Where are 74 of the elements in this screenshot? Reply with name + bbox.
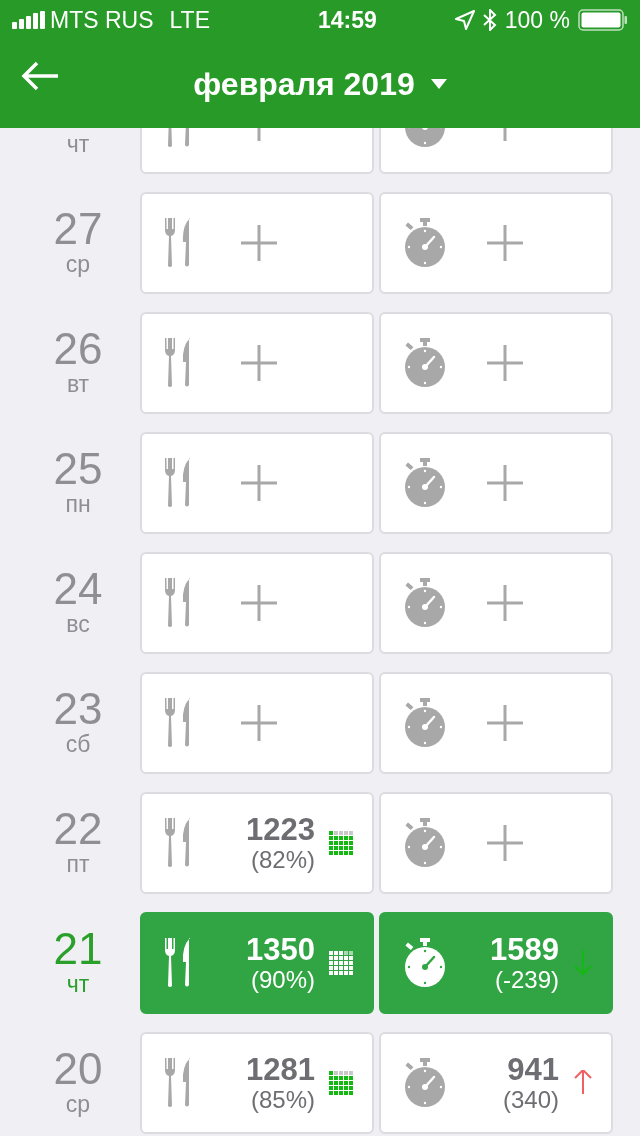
weekday-label: вс bbox=[66, 611, 90, 639]
month-selector[interactable]: февраля 2019 bbox=[193, 60, 415, 108]
stopwatch-icon bbox=[403, 578, 447, 628]
activity-tile[interactable] bbox=[379, 672, 613, 774]
battery-percent: 100 % bbox=[504, 5, 570, 35]
day-number: 24 bbox=[53, 567, 103, 612]
weekday-label: вт bbox=[66, 371, 90, 399]
activity-tile[interactable] bbox=[379, 432, 613, 534]
day-number: 22 bbox=[53, 807, 103, 852]
calorie-value: 1223 bbox=[246, 812, 315, 847]
add-icon[interactable] bbox=[487, 345, 523, 381]
location-icon bbox=[454, 10, 475, 30]
add-icon[interactable] bbox=[241, 345, 277, 381]
stopwatch-icon bbox=[403, 938, 447, 988]
calorie-note: (82%) bbox=[250, 846, 315, 874]
day-number: 26 bbox=[53, 327, 103, 372]
calorie-value: 1350 bbox=[246, 932, 315, 967]
activity-tile[interactable] bbox=[379, 552, 613, 654]
add-icon[interactable] bbox=[487, 225, 523, 261]
stopwatch-icon bbox=[403, 1058, 447, 1108]
day-number: 27 bbox=[53, 207, 103, 252]
activity-tile[interactable]: 941 (340) bbox=[379, 1032, 613, 1134]
calorie-note: (85%) bbox=[250, 1086, 315, 1114]
meal-tile[interactable] bbox=[140, 432, 374, 534]
add-icon[interactable] bbox=[487, 705, 523, 741]
bluetooth-icon bbox=[482, 9, 497, 31]
meal-tile[interactable] bbox=[140, 312, 374, 414]
weekday-label: пн bbox=[65, 491, 91, 519]
dropdown-caret-icon[interactable] bbox=[430, 79, 447, 89]
back-arrow-icon bbox=[20, 60, 60, 92]
activity-tile[interactable]: 1589 (-239) bbox=[379, 912, 613, 1014]
meal-tile[interactable] bbox=[140, 192, 374, 294]
stopwatch-icon bbox=[403, 818, 447, 868]
signal-icon bbox=[12, 11, 46, 29]
meal-tile[interactable] bbox=[140, 672, 374, 774]
day-number: 20 bbox=[53, 1047, 103, 1092]
add-icon[interactable] bbox=[241, 585, 277, 621]
calorie-note: (340) bbox=[502, 1086, 559, 1114]
calorie-note: (90%) bbox=[250, 966, 315, 994]
meal-tile[interactable]: 1350 (90%) bbox=[140, 912, 374, 1014]
stopwatch-icon bbox=[403, 218, 447, 268]
activity-tile[interactable] bbox=[379, 792, 613, 894]
weekday-label: ср bbox=[65, 251, 91, 279]
stopwatch-icon bbox=[403, 338, 447, 388]
calorie-value: 1589 bbox=[490, 932, 559, 967]
weekday-label: ср bbox=[65, 1091, 91, 1119]
add-icon[interactable] bbox=[487, 825, 523, 861]
network-type: LTE bbox=[169, 5, 210, 35]
meal-tile[interactable] bbox=[140, 552, 374, 654]
meal-tile[interactable]: 1223 (82%) bbox=[140, 792, 374, 894]
day-number: 21 bbox=[53, 927, 103, 972]
stopwatch-icon bbox=[403, 698, 447, 748]
add-icon[interactable] bbox=[241, 465, 277, 501]
add-icon[interactable] bbox=[241, 225, 277, 261]
calorie-value: 1281 bbox=[246, 1052, 315, 1087]
calorie-value: 941 bbox=[507, 1052, 559, 1087]
stopwatch-icon bbox=[403, 458, 447, 508]
carrier-name: MTS RUS bbox=[50, 5, 154, 35]
meal-tile[interactable]: 1281 (85%) bbox=[140, 1032, 374, 1134]
add-icon[interactable] bbox=[487, 465, 523, 501]
add-icon[interactable] bbox=[241, 705, 277, 741]
back-button[interactable] bbox=[20, 60, 60, 92]
weekday-label: чт bbox=[66, 971, 90, 999]
battery-icon bbox=[578, 9, 628, 31]
clock-time: 14:59 bbox=[316, 5, 377, 35]
day-number: 25 bbox=[53, 447, 103, 492]
calorie-note: (-239) bbox=[494, 966, 559, 994]
activity-tile[interactable] bbox=[379, 312, 613, 414]
weekday-label: чт bbox=[66, 131, 90, 159]
activity-tile[interactable] bbox=[379, 192, 613, 294]
weekday-label: пт bbox=[66, 851, 90, 879]
day-number: 23 bbox=[53, 687, 103, 732]
weekday-label: сб bbox=[65, 731, 91, 759]
add-icon[interactable] bbox=[487, 585, 523, 621]
